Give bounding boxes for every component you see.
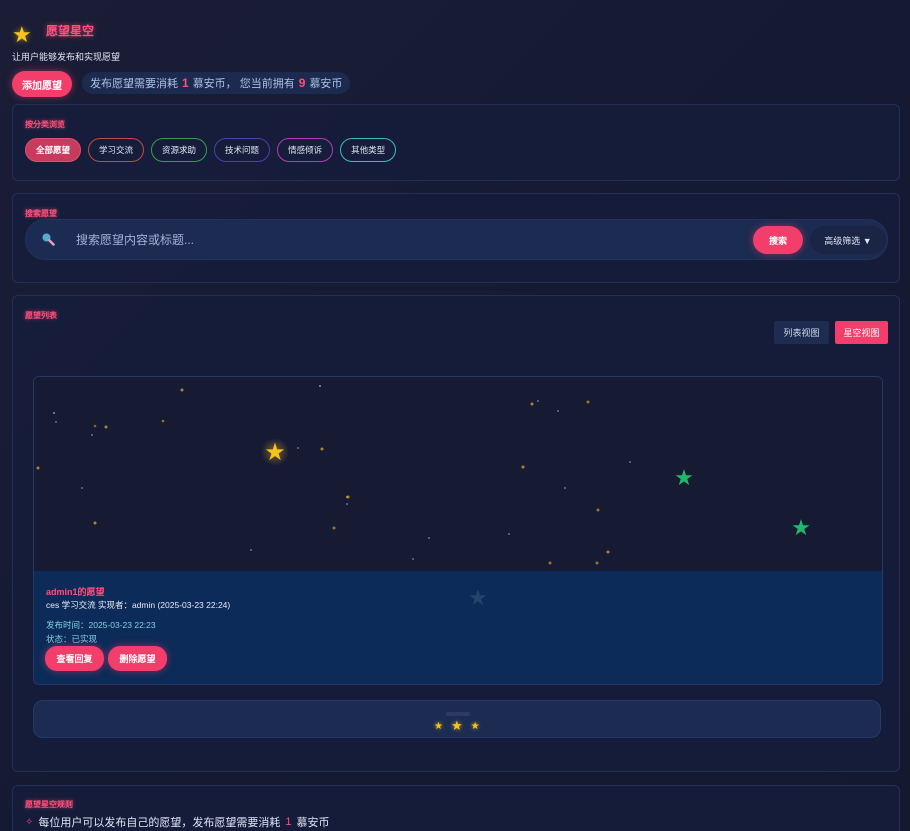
category-panel: 按分类浏览 全部愿望 学习交流 资源求助 技术问题 情感倾诉 其他类型 xyxy=(12,104,900,181)
wish-date: 发布时间：2025-03-23 22:23 xyxy=(46,620,156,630)
app-header: ★ 愿望星空 让用户能够发布和实现愿望 xyxy=(12,18,412,66)
search-input[interactable] xyxy=(76,228,736,252)
star-pager: ★ ★ ★ xyxy=(33,700,881,738)
wish-info: admin1的愿望 ces 学习交流 实现者：admin (2025-03-23… xyxy=(34,571,882,684)
search-panel: 搜索愿望 搜索 高级筛选 ▼ xyxy=(12,193,900,283)
category-all[interactable]: 全部愿望 xyxy=(25,138,82,162)
star-icon[interactable]: ★ xyxy=(451,718,463,734)
coin-info-suffix: 慕安币 xyxy=(309,78,343,90)
rules-panel: 愿望星空规则 ✧ 每位用户可以发布自己的愿望，发布愿望需要消耗 1 慕安币 xyxy=(12,785,900,831)
gold-star-icon: ★ xyxy=(264,438,286,466)
view-reply-button[interactable]: 查看回复 xyxy=(45,646,104,671)
search-icon xyxy=(41,232,55,249)
coin-info-mid: 慕安币， 您当前拥有 xyxy=(192,78,295,90)
faint-star-icon: ★ xyxy=(468,585,488,610)
category-resource[interactable]: 资源求助 xyxy=(151,138,208,162)
pager-stars: ★ ★ ★ xyxy=(434,718,480,734)
star-sky: ★ ★ ★ xyxy=(34,377,882,571)
app-title: 愿望星空 xyxy=(46,24,95,38)
list-view-button[interactable]: 列表视图 xyxy=(774,321,829,344)
wish-card: ★ ★ ★ admin1的愿望 ces 学习交流 实现者：admin (2025… xyxy=(33,376,883,685)
diamond-icon: ✧ xyxy=(25,816,34,828)
search-button[interactable]: 搜索 xyxy=(753,226,803,254)
coin-info: 发布愿望需要消耗 1 慕安币， 您当前拥有 9 慕安币 xyxy=(82,72,351,94)
rule-text: 每位用户可以发布自己的愿望，发布愿望需要消耗 xyxy=(38,817,281,829)
category-other[interactable]: 其他类型 xyxy=(340,138,397,162)
coin-cost: 1 xyxy=(182,76,189,90)
rules-label: 愿望星空规则 xyxy=(25,800,73,809)
star-view-button[interactable]: 星空视图 xyxy=(835,321,888,344)
wish-content: ces 学习交流 实现者：admin (2025-03-23 22:24) xyxy=(46,600,231,610)
coin-info-prefix: 发布愿望需要消耗 xyxy=(90,78,178,90)
green-star-icon: ★ xyxy=(791,516,811,541)
rule-number: 1 xyxy=(285,816,292,828)
rule-suffix: 慕安币 xyxy=(296,817,330,829)
wish-list-label: 愿望列表 xyxy=(25,311,57,320)
wish-status: 状态：已实现 xyxy=(46,634,98,644)
app-subtitle: 让用户能够发布和实现愿望 xyxy=(12,52,121,62)
search-label: 搜索愿望 xyxy=(25,209,57,218)
green-star-icon: ★ xyxy=(674,466,694,491)
wish-title: admin1的愿望 xyxy=(46,587,105,597)
category-study[interactable]: 学习交流 xyxy=(88,138,145,162)
wish-list-panel: 愿望列表 列表视图 星空视图 ★ ★ ★ admin1的愿望 ces 学习交流 … xyxy=(12,295,900,772)
coin-balance: 9 xyxy=(298,76,306,90)
add-wish-button[interactable]: 添加愿望 xyxy=(12,71,72,97)
category-label: 按分类浏览 xyxy=(25,120,65,129)
category-list: 全部愿望 学习交流 资源求助 技术问题 情感倾诉 其他类型 xyxy=(25,138,397,162)
star-icon[interactable]: ★ xyxy=(471,721,480,732)
rule-item: ✧ 每位用户可以发布自己的愿望，发布愿望需要消耗 1 慕安币 xyxy=(25,814,330,830)
advanced-filter-button[interactable]: 高级筛选 ▼ xyxy=(810,226,886,254)
category-tech[interactable]: 技术问题 xyxy=(214,138,271,162)
pager-tab[interactable] xyxy=(446,712,470,716)
delete-wish-button[interactable]: 删除愿望 xyxy=(108,646,167,671)
star-icon[interactable]: ★ xyxy=(434,721,443,732)
search-bar: 搜索 高级筛选 ▼ xyxy=(25,219,888,260)
star-icon: ★ xyxy=(12,22,32,47)
category-emotion[interactable]: 情感倾诉 xyxy=(277,138,334,162)
